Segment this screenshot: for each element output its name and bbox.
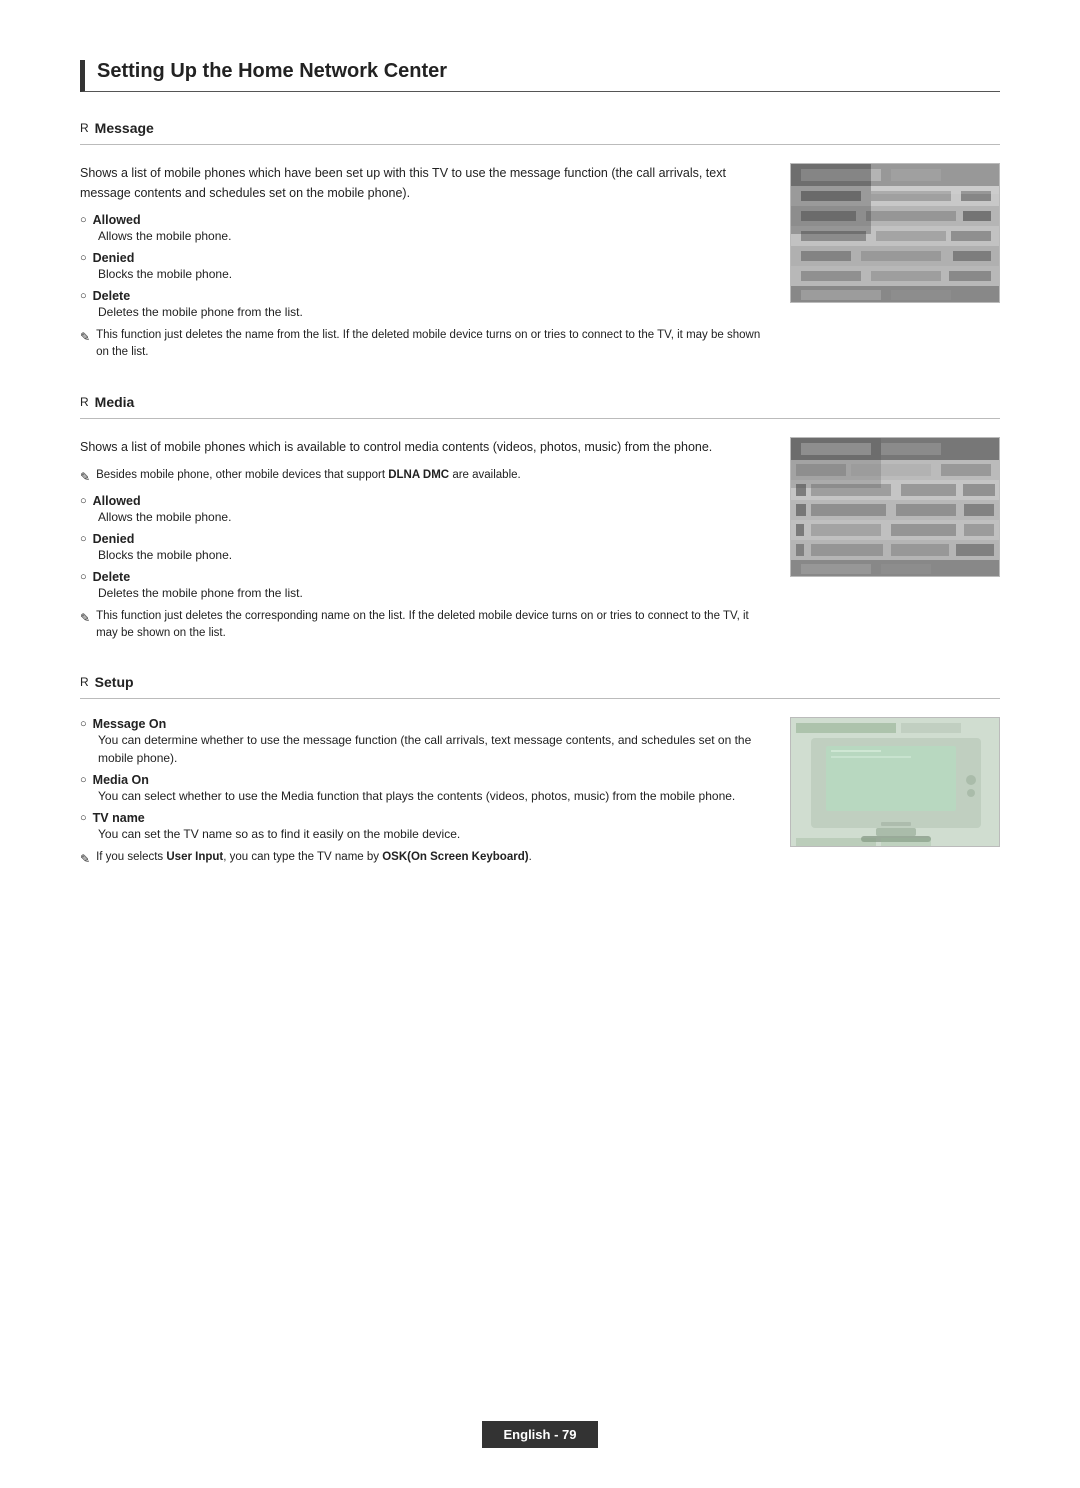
setup-tv-svg — [791, 718, 1000, 847]
option-setup-tv-name-desc: You can set the TV name so as to find it… — [98, 825, 770, 843]
message-note-text: This function just deletes the name from… — [96, 327, 770, 362]
section-setup: R Setup Message On You can determine whe… — [80, 674, 1000, 872]
option-media-delete: Delete Deletes the mobile phone from the… — [80, 570, 770, 602]
option-media-allowed-label: Allowed — [80, 494, 770, 508]
media-screen-image — [790, 437, 1000, 577]
section-message-text: Shows a list of mobile phones which have… — [80, 163, 770, 366]
option-message-delete: Delete Deletes the mobile phone from the… — [80, 289, 770, 321]
option-setup-tv-name-label: TV name — [80, 811, 770, 825]
section-setup-body: Message On You can determine whether to … — [80, 717, 1000, 872]
footer: English - 79 — [0, 1421, 1080, 1448]
option-setup-media-on-desc: You can select whether to use the Media … — [98, 787, 770, 805]
section-media-text: Shows a list of mobile phones which is a… — [80, 437, 770, 647]
r-mark-media: R — [80, 395, 89, 409]
option-message-denied: Denied Blocks the mobile phone. — [80, 251, 770, 283]
option-setup-media-on-label: Media On — [80, 773, 770, 787]
option-message-allowed-desc: Allows the mobile phone. — [98, 227, 770, 245]
media-extra-note-text: Besides mobile phone, other mobile devic… — [96, 467, 521, 484]
divider-media — [80, 418, 1000, 419]
option-media-delete-desc: Deletes the mobile phone from the list. — [98, 584, 770, 602]
page-container: Setting Up the Home Network Center R Mes… — [0, 0, 1080, 1000]
section-media-header: R Media — [80, 394, 1000, 410]
section-setup-title: Setup — [95, 674, 134, 690]
option-message-denied-desc: Blocks the mobile phone. — [98, 265, 770, 283]
note-icon-media: ✎ — [80, 609, 90, 627]
media-options: Allowed Allows the mobile phone. Denied … — [80, 494, 770, 602]
section-message: R Message Shows a list of mobile phones … — [80, 120, 1000, 366]
message-description: Shows a list of mobile phones which have… — [80, 163, 770, 203]
r-mark-setup: R — [80, 675, 89, 689]
media-note: ✎ This function just deletes the corresp… — [80, 608, 770, 643]
media-screen-svg — [791, 438, 1000, 577]
option-media-delete-label: Delete — [80, 570, 770, 584]
setup-note: ✎ If you selects User Input, you can typ… — [80, 849, 770, 868]
note-icon-message: ✎ — [80, 328, 90, 346]
section-media: R Media Shows a list of mobile phones wh… — [80, 394, 1000, 647]
option-setup-media-on: Media On You can select whether to use t… — [80, 773, 770, 805]
media-note-text: This function just deletes the correspon… — [96, 608, 770, 643]
message-screen-image — [790, 163, 1000, 303]
section-setup-image — [790, 717, 1000, 872]
option-setup-message-on-label: Message On — [80, 717, 770, 731]
divider-message — [80, 144, 1000, 145]
section-media-body: Shows a list of mobile phones which is a… — [80, 437, 1000, 647]
dlna-dmc-bold: DLNA DMC — [388, 469, 449, 481]
option-setup-message-on: Message On You can determine whether to … — [80, 717, 770, 767]
option-message-denied-label: Denied — [80, 251, 770, 265]
section-setup-text: Message On You can determine whether to … — [80, 717, 770, 872]
message-note: ✎ This function just deletes the name fr… — [80, 327, 770, 362]
note-icon-media-extra: ✎ — [80, 468, 90, 486]
option-media-allowed: Allowed Allows the mobile phone. — [80, 494, 770, 526]
osk-bold: OSK(On Screen Keyboard) — [382, 851, 528, 863]
note-icon-setup: ✎ — [80, 850, 90, 868]
option-setup-tv-name: TV name You can set the TV name so as to… — [80, 811, 770, 843]
section-message-image — [790, 163, 1000, 366]
message-screen-svg — [791, 164, 1000, 303]
section-message-body: Shows a list of mobile phones which have… — [80, 163, 1000, 366]
r-mark-message: R — [80, 121, 89, 135]
page-title: Setting Up the Home Network Center — [80, 60, 1000, 92]
option-message-delete-label: Delete — [80, 289, 770, 303]
option-media-allowed-desc: Allows the mobile phone. — [98, 508, 770, 526]
section-media-image — [790, 437, 1000, 647]
option-setup-message-on-desc: You can determine whether to use the mes… — [98, 731, 770, 767]
media-extra-note: ✎ Besides mobile phone, other mobile dev… — [80, 467, 770, 486]
option-message-allowed: Allowed Allows the mobile phone. — [80, 213, 770, 245]
option-media-denied-desc: Blocks the mobile phone. — [98, 546, 770, 564]
media-description: Shows a list of mobile phones which is a… — [80, 437, 770, 457]
section-media-title: Media — [95, 394, 135, 410]
option-message-delete-desc: Deletes the mobile phone from the list. — [98, 303, 770, 321]
option-media-denied-label: Denied — [80, 532, 770, 546]
divider-setup — [80, 698, 1000, 699]
setup-note-text: If you selects User Input, you can type … — [96, 849, 532, 866]
section-message-header: R Message — [80, 120, 1000, 136]
section-message-title: Message — [95, 120, 154, 136]
user-input-bold: User Input — [166, 851, 223, 863]
section-setup-header: R Setup — [80, 674, 1000, 690]
option-media-denied: Denied Blocks the mobile phone. — [80, 532, 770, 564]
option-message-allowed-label: Allowed — [80, 213, 770, 227]
footer-badge: English - 79 — [482, 1421, 599, 1448]
setup-tv-image — [790, 717, 1000, 847]
